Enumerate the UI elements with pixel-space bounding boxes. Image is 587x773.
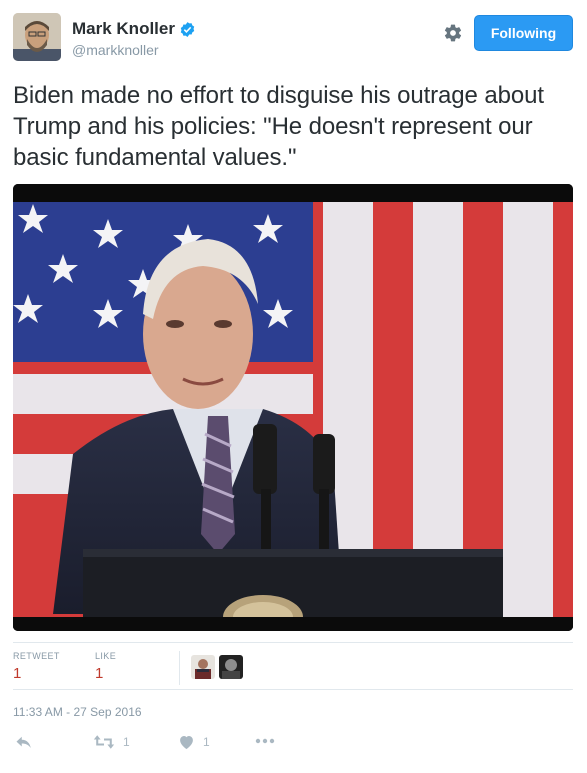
retweet-icon	[93, 735, 115, 749]
user-handle[interactable]: @markknoller	[72, 42, 196, 58]
retweet-stat-value: 1	[13, 665, 22, 682]
photo-image	[13, 184, 573, 631]
like-count: 1	[203, 735, 210, 749]
tweet-photo[interactable]	[13, 184, 573, 631]
retweet-action[interactable]: 1	[93, 734, 130, 750]
liker-avatar[interactable]	[191, 655, 215, 679]
reply-icon	[16, 736, 31, 748]
gear-icon[interactable]	[443, 23, 463, 43]
like-stat[interactable]: LIKE 1	[95, 651, 116, 682]
reply-action[interactable]	[15, 734, 33, 750]
like-action[interactable]: 1	[178, 734, 210, 750]
tweet-stats: RETWEET 1 LIKE 1	[13, 642, 573, 690]
tweet-text: Biden made no effort to disguise his out…	[13, 82, 544, 171]
heart-icon	[180, 735, 193, 750]
more-action[interactable]	[255, 738, 275, 744]
tweet-actions: 1 1	[13, 734, 573, 756]
following-button[interactable]: Following	[474, 15, 573, 51]
more-icon	[255, 738, 275, 744]
tweet-header: Mark Knoller @markknoller Following	[13, 13, 573, 65]
like-stat-label: LIKE	[95, 651, 117, 661]
like-stat-value: 1	[95, 665, 104, 682]
retweet-stat[interactable]: RETWEET 1	[13, 651, 60, 682]
user-avatar[interactable]	[13, 13, 61, 61]
retweet-count: 1	[123, 735, 130, 749]
retweet-stat-label: RETWEET	[13, 651, 60, 661]
user-fullname[interactable]: Mark Knoller	[72, 19, 175, 39]
verified-badge-icon	[180, 21, 195, 37]
user-names: Mark Knoller @markknoller	[72, 19, 196, 58]
liker-avatar[interactable]	[219, 655, 243, 679]
tweet-timestamp[interactable]: 11:33 AM - 27 Sep 2016	[13, 705, 142, 719]
stats-divider	[179, 651, 180, 685]
